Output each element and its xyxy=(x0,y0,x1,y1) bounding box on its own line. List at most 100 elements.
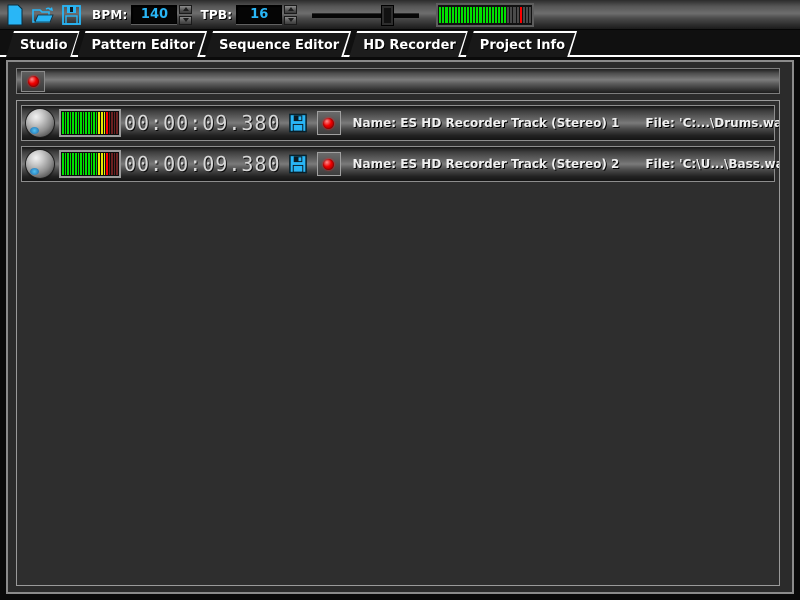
meter-segment xyxy=(72,153,74,164)
application-window: BPM: 140 TPB: 16 Studio Pattern Editor Seq… xyxy=(0,0,800,600)
bpm-stepper-down[interactable] xyxy=(179,15,193,25)
master-vu-meter[interactable] xyxy=(436,2,535,27)
track-save-floppy-icon[interactable] xyxy=(287,152,309,176)
open-folder-icon[interactable] xyxy=(30,2,56,28)
track-file-label: File: 'C:\U...\Bass.wav' xyxy=(645,157,779,171)
meter-segment xyxy=(98,164,100,175)
meter-segment xyxy=(95,123,98,134)
meter-segment xyxy=(62,112,64,123)
record-all-button[interactable] xyxy=(21,70,45,92)
slider-thumb[interactable] xyxy=(382,5,394,25)
master-vu-row-left xyxy=(439,6,532,15)
master-tempo-slider[interactable] xyxy=(309,3,422,27)
meter-segment xyxy=(116,164,119,175)
vu-segment xyxy=(510,6,513,15)
tab-label: Project Info xyxy=(479,37,566,53)
tab-sequence-editor[interactable]: Sequence Editor xyxy=(205,31,351,57)
meter-segment xyxy=(103,123,106,134)
meter-segment xyxy=(95,112,98,123)
tpb-label: TPB: xyxy=(200,7,233,22)
vu-segment xyxy=(522,6,525,15)
meter-segment xyxy=(90,123,93,134)
meter-segment xyxy=(74,164,77,175)
tpb-stepper[interactable] xyxy=(284,4,298,25)
track-row[interactable]: 00:00:09.380 Name: ES HD Recorder Track (… xyxy=(21,105,779,141)
meter-segment xyxy=(72,123,74,134)
track-row[interactable]: 00:00:09.380 Name: ES HD Recorder Track (… xyxy=(21,146,779,182)
meter-segment xyxy=(67,153,69,164)
meter-segment xyxy=(87,164,90,175)
new-document-icon[interactable] xyxy=(2,2,28,28)
tpb-input[interactable]: 16 xyxy=(236,5,283,24)
meter-segment xyxy=(74,112,77,123)
meter-segment xyxy=(87,112,90,123)
record-led-icon xyxy=(323,158,334,170)
tab-label: HD Recorder xyxy=(363,37,456,53)
vu-segment xyxy=(528,14,532,23)
meter-segment xyxy=(116,153,119,164)
vu-segment xyxy=(473,6,476,15)
vu-segment xyxy=(451,6,454,15)
meter-segment xyxy=(106,164,108,175)
vu-segment xyxy=(507,14,510,23)
meter-segment xyxy=(98,123,100,134)
vu-segment xyxy=(442,6,445,15)
track-volume-knob[interactable] xyxy=(26,150,54,178)
tab-pattern-editor[interactable]: Pattern Editor xyxy=(78,31,208,57)
meter-segment xyxy=(82,164,85,175)
meter-segment xyxy=(100,153,103,164)
track-record-button[interactable] xyxy=(316,111,341,135)
meter-segment xyxy=(62,164,64,175)
meter-segment xyxy=(95,153,98,164)
meter-segment xyxy=(113,112,116,123)
meter-segment xyxy=(69,153,72,164)
vu-segment xyxy=(463,6,467,15)
track-file-label: File: 'C:...\Drums.wav' xyxy=(645,116,780,130)
vu-segment xyxy=(451,14,454,23)
vu-segment xyxy=(510,14,513,23)
meter-segment xyxy=(80,123,82,134)
save-floppy-icon[interactable] xyxy=(58,2,84,28)
vu-segment xyxy=(494,6,497,15)
bpm-input[interactable]: 140 xyxy=(131,5,178,24)
tab-hd-recorder[interactable]: HD Recorder xyxy=(349,31,468,57)
tab-studio[interactable]: Studio xyxy=(6,31,80,57)
hd-recorder-panel: 00:00:09.380 Name: ES HD Recorder Track (… xyxy=(6,60,794,594)
track-level-meter[interactable] xyxy=(59,150,121,178)
vu-segment xyxy=(473,14,476,23)
vu-segment xyxy=(476,6,479,15)
chevron-down-icon xyxy=(182,18,189,22)
meter-segment xyxy=(93,153,95,164)
track-level-meter[interactable] xyxy=(59,109,121,137)
tpb-stepper-up[interactable] xyxy=(284,4,298,14)
meter-segment xyxy=(72,164,74,175)
meter-segment xyxy=(74,123,77,134)
meter-segment xyxy=(82,123,85,134)
meter-segment xyxy=(82,153,85,164)
meter-segment xyxy=(67,164,69,175)
vu-segment xyxy=(501,6,504,15)
track-save-floppy-icon[interactable] xyxy=(287,111,309,135)
slider-track xyxy=(312,12,420,18)
vu-segment xyxy=(488,14,491,23)
meter-segment xyxy=(111,123,113,134)
tab-project-info[interactable]: Project Info xyxy=(466,31,577,57)
vu-segment xyxy=(457,14,460,23)
vu-segment xyxy=(513,6,516,15)
bpm-stepper[interactable] xyxy=(179,4,193,25)
meter-segment xyxy=(67,123,69,134)
meter-segment xyxy=(74,153,77,164)
meter-segment xyxy=(69,123,72,134)
meter-segment xyxy=(93,112,95,123)
tpb-stepper-down[interactable] xyxy=(284,15,298,25)
vu-segment xyxy=(460,6,463,15)
meter-segment xyxy=(103,164,106,175)
vu-segment xyxy=(442,14,445,23)
track-volume-knob[interactable] xyxy=(26,109,54,137)
bpm-stepper-up[interactable] xyxy=(179,4,193,14)
meter-segment xyxy=(100,123,103,134)
vu-segment xyxy=(439,14,442,23)
track-record-button[interactable] xyxy=(316,152,341,176)
tab-label: Studio xyxy=(20,37,68,53)
vu-segment xyxy=(522,14,525,23)
